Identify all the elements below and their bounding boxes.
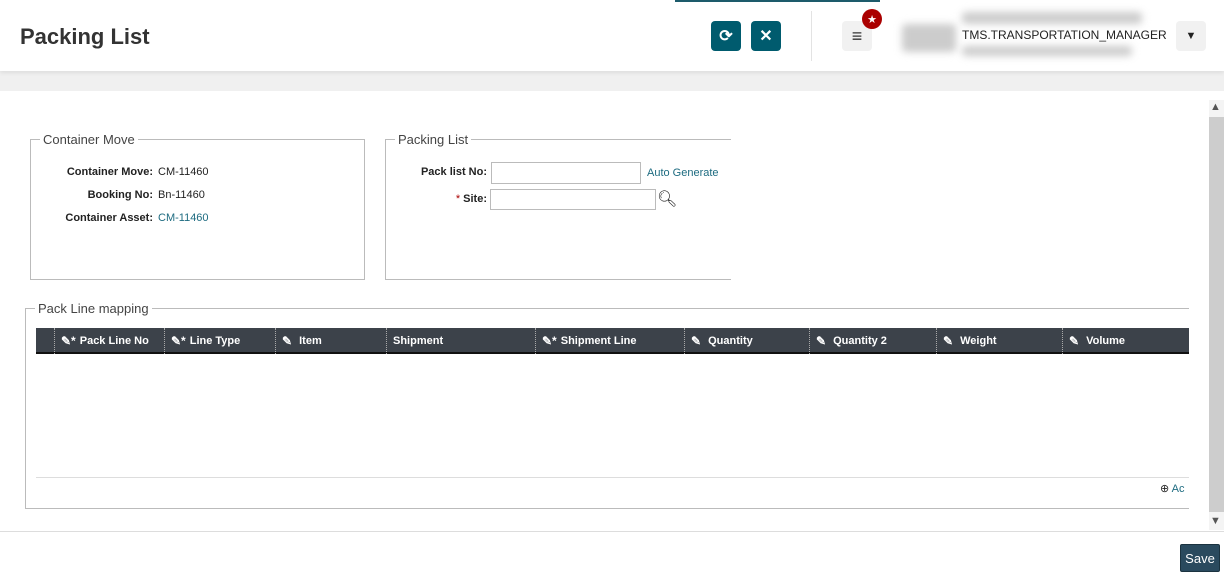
close-button[interactable]: ✕ (751, 21, 781, 51)
user-info-blurred (962, 46, 1132, 56)
column-quantity[interactable]: ✎ Quantity (684, 328, 809, 354)
edit-icon: ✎ (816, 334, 827, 348)
column-volume[interactable]: ✎ Volume (1062, 328, 1189, 354)
grid-header: ✎* Pack Line No ✎* Line Type ✎ Item Shipme… (36, 328, 1189, 354)
container-move-section: Container Move (30, 132, 365, 280)
pack-list-no-label: Pack list No: (420, 166, 487, 178)
edit-icon: ✎ (282, 334, 293, 348)
column-weight[interactable]: ✎ Weight (936, 328, 1062, 354)
edit-icon: ✎ (1069, 334, 1080, 348)
column-line-type[interactable]: ✎* Line Type (164, 328, 275, 354)
container-move-value: CM-11460 (158, 166, 209, 178)
scrollbar-thumb[interactable] (1209, 117, 1224, 512)
section-title: Container Move (43, 132, 135, 147)
column-quantity-2[interactable]: ✎ Quantity 2 (809, 328, 936, 354)
section-title: Pack Line mapping (38, 301, 149, 316)
booking-no-value: Bn-11460 (158, 189, 205, 201)
avatar (902, 24, 956, 52)
container-asset-link[interactable]: CM-11460 (158, 212, 209, 224)
booking-no-label: Booking No: (87, 189, 153, 201)
user-dropdown-button[interactable]: ▼ (1176, 21, 1206, 51)
pack-list-no-input[interactable] (491, 162, 641, 184)
active-indicator (675, 0, 880, 2)
site-input[interactable] (490, 189, 656, 210)
hamburger-icon: ≡ (851, 25, 863, 46)
footer (0, 531, 1224, 578)
column-shipment-line[interactable]: ✎* Shipment Line (535, 328, 684, 354)
header: Packing List ⟳ ✕ ≡ ★ TMS.TRANSPORTATION_… (0, 0, 1224, 71)
save-button[interactable]: Save (1180, 544, 1220, 572)
search-icon[interactable]: 🔍︎ (657, 189, 677, 209)
plus-circle-icon: ⊕ (1160, 483, 1170, 495)
edit-required-icon: ✎* (61, 334, 76, 348)
refresh-icon: ⟳ (719, 28, 733, 45)
container-move-label: Container Move: (66, 166, 153, 178)
column-shipment[interactable]: Shipment (386, 328, 535, 354)
scroll-down-icon[interactable]: ▼ (1210, 515, 1221, 527)
column-item[interactable]: ✎ Item (275, 328, 386, 354)
favorites-badge[interactable]: ★ (862, 9, 882, 29)
star-icon: ★ (867, 13, 877, 26)
chevron-down-icon: ▼ (1185, 30, 1197, 42)
edit-required-icon: ✎* (542, 334, 557, 348)
section-title: Packing List (398, 132, 469, 147)
user-info-blurred (962, 12, 1142, 24)
edit-required-icon: ✎* (171, 334, 186, 348)
edit-icon: ✎ (943, 334, 954, 348)
divider (811, 11, 812, 61)
add-row-button[interactable]: ⊕ Ac (1160, 482, 1185, 495)
grid-footer-divider (36, 477, 1189, 478)
container-asset-label: Container Asset: (65, 212, 153, 224)
username: TMS.TRANSPORTATION_MANAGER (962, 28, 1167, 42)
edit-icon: ✎ (691, 334, 702, 348)
auto-generate-link[interactable]: Auto Generate (647, 167, 719, 179)
column-pack-line-no[interactable]: ✎* Pack Line No (54, 328, 164, 354)
page-title: Packing List (20, 24, 150, 49)
site-label: * Site: (455, 193, 487, 205)
close-icon: ✕ (759, 28, 773, 45)
scroll-up-icon[interactable]: ▲ (1210, 101, 1221, 113)
refresh-button[interactable]: ⟳ (711, 21, 741, 51)
